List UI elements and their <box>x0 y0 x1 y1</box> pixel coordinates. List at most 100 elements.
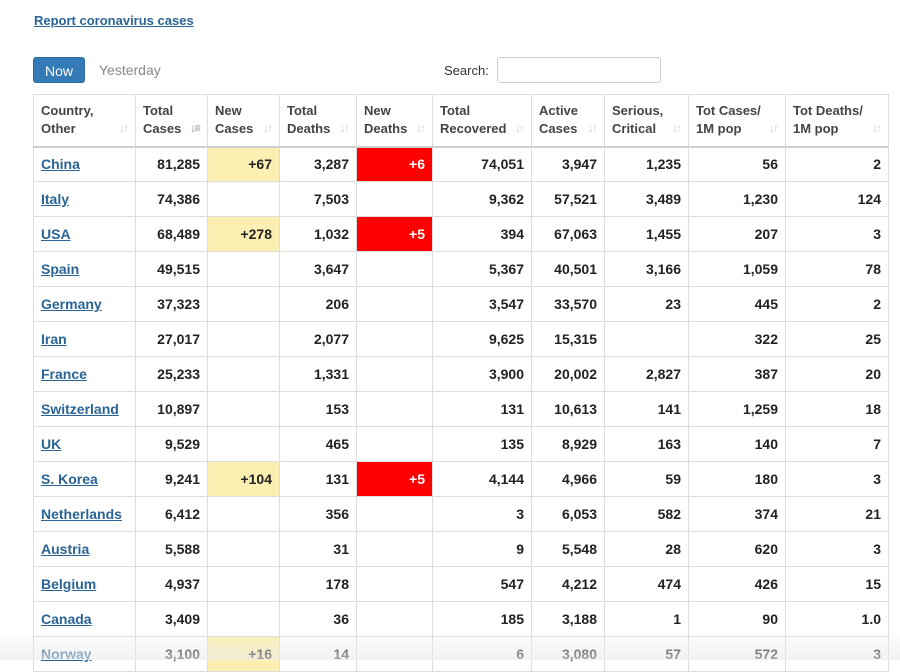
sort-both-icon[interactable]: ↓↑ <box>119 119 129 137</box>
cell-active-cases: 4,212 <box>531 566 605 602</box>
cell-cases-per-1m: 1,259 <box>688 391 786 427</box>
cell-total-cases: 37,323 <box>135 286 208 322</box>
sort-both-icon[interactable]: ↓↑ <box>263 119 273 137</box>
column-header-line2: Recovered <box>440 121 507 137</box>
country-link[interactable]: Iran <box>41 331 67 347</box>
country-link[interactable]: Canada <box>41 611 92 627</box>
column-header-line1: Total <box>440 103 471 119</box>
sort-both-icon[interactable]: ↓↑ <box>769 119 779 137</box>
column-header-new-deaths[interactable]: New Deaths ↓↑ <box>356 94 433 148</box>
column-header-country[interactable]: Country, Other ↓↑ <box>33 94 136 148</box>
column-header-line2: Deaths <box>287 121 331 137</box>
cell-new-cases: +278 <box>207 216 280 252</box>
cell-new-cases <box>207 426 280 462</box>
cell-total-recovered: 135 <box>432 426 532 462</box>
report-cases-link[interactable]: Report coronavirus cases <box>34 13 194 28</box>
column-header-serious-critical[interactable]: Serious, Critical ↓↑ <box>604 94 689 148</box>
cell-cases-per-1m: 445 <box>688 286 786 322</box>
cell-total-recovered: 5,367 <box>432 251 532 287</box>
cell-total-cases: 3,100 <box>135 636 208 672</box>
cell-new-cases <box>207 566 280 602</box>
sort-both-icon[interactable]: ↓↑ <box>588 119 598 137</box>
sort-both-icon[interactable]: ↓↑ <box>340 119 350 137</box>
country-link[interactable]: Germany <box>41 296 102 312</box>
country-link[interactable]: USA <box>41 226 71 242</box>
cell-serious-critical: 582 <box>604 496 689 532</box>
cell-serious-critical: 2,827 <box>604 356 689 392</box>
cell-country: China <box>33 146 136 182</box>
sort-desc-icon[interactable]: ↓≡ <box>190 119 201 137</box>
cell-active-cases: 5,548 <box>531 531 605 567</box>
cell-total-recovered: 3 <box>432 496 532 532</box>
column-header-line2: Critical <box>612 121 657 137</box>
cell-total-recovered: 547 <box>432 566 532 602</box>
cell-serious-critical: 141 <box>604 391 689 427</box>
column-header-cases-per-1m[interactable]: Tot Cases/1M pop ↓↑ <box>688 94 786 148</box>
cell-total-recovered: 6 <box>432 636 532 672</box>
cell-new-cases <box>207 601 280 637</box>
cell-new-deaths <box>356 286 433 322</box>
cell-new-cases <box>207 496 280 532</box>
country-link[interactable]: France <box>41 366 87 382</box>
cell-total-deaths: 1,032 <box>279 216 357 252</box>
sort-both-icon[interactable]: ↓↑ <box>416 119 426 137</box>
cell-deaths-per-1m: 7 <box>785 426 889 462</box>
column-header-line1: Serious, <box>612 103 664 119</box>
table-row: Norway 3,100 +16 14 6 3,080 57 572 3 <box>33 636 889 672</box>
cell-deaths-per-1m: 1.0 <box>785 601 889 637</box>
country-link[interactable]: UK <box>41 436 61 452</box>
sort-both-icon[interactable]: ↓↑ <box>872 119 882 137</box>
cell-deaths-per-1m: 3 <box>785 216 889 252</box>
cell-deaths-per-1m: 3 <box>785 531 889 567</box>
cell-cases-per-1m: 90 <box>688 601 786 637</box>
cell-total-deaths: 153 <box>279 391 357 427</box>
column-header-total-cases[interactable]: Total Cases ↓≡ <box>135 94 208 148</box>
tab-now[interactable]: Now <box>33 57 85 83</box>
search-box: Search: <box>444 57 661 83</box>
column-header-line1: New <box>215 103 242 119</box>
column-header-total-deaths[interactable]: Total Deaths ↓↑ <box>279 94 357 148</box>
search-input[interactable] <box>496 57 661 83</box>
cell-country: USA <box>33 216 136 252</box>
cell-total-recovered: 74,051 <box>432 146 532 182</box>
column-header-new-cases[interactable]: New Cases ↓↑ <box>207 94 280 148</box>
cell-total-deaths: 36 <box>279 601 357 637</box>
cell-total-deaths: 7,503 <box>279 181 357 217</box>
table-row: Iran 27,017 2,077 9,625 15,315 322 25 <box>33 321 889 357</box>
cell-new-cases <box>207 356 280 392</box>
country-link[interactable]: Switzerland <box>41 401 119 417</box>
cell-total-cases: 74,386 <box>135 181 208 217</box>
cell-active-cases: 57,521 <box>531 181 605 217</box>
sort-both-icon[interactable]: ↓↑ <box>515 119 525 137</box>
country-link[interactable]: Belgium <box>41 576 96 592</box>
cell-total-cases: 4,937 <box>135 566 208 602</box>
table-row: Canada 3,409 36 185 3,188 1 90 1.0 <box>33 601 889 637</box>
cell-new-cases: +16 <box>207 636 280 672</box>
column-header-total-recovered[interactable]: Total Recovered ↓↑ <box>432 94 532 148</box>
cell-active-cases: 67,063 <box>531 216 605 252</box>
cell-country: Canada <box>33 601 136 637</box>
cell-new-cases <box>207 531 280 567</box>
country-link[interactable]: Italy <box>41 191 69 207</box>
cell-country: Italy <box>33 181 136 217</box>
country-link[interactable]: China <box>41 156 80 172</box>
column-header-line2: 1M pop <box>793 121 839 137</box>
country-link[interactable]: Netherlands <box>41 506 122 522</box>
country-link[interactable]: S. Korea <box>41 471 98 487</box>
cell-total-cases: 25,233 <box>135 356 208 392</box>
cell-total-deaths: 14 <box>279 636 357 672</box>
cell-total-cases: 6,412 <box>135 496 208 532</box>
cell-cases-per-1m: 207 <box>688 216 786 252</box>
cell-deaths-per-1m: 15 <box>785 566 889 602</box>
country-link[interactable]: Spain <box>41 261 79 277</box>
cell-new-deaths <box>356 496 433 532</box>
column-header-line2: Cases <box>143 121 182 137</box>
column-header-active-cases[interactable]: Active Cases ↓↑ <box>531 94 605 148</box>
column-header-deaths-per-1m[interactable]: Tot Deaths/1M pop ↓↑ <box>785 94 889 148</box>
country-link[interactable]: Austria <box>41 541 89 557</box>
tab-yesterday[interactable]: Yesterday <box>86 57 174 83</box>
cell-cases-per-1m: 387 <box>688 356 786 392</box>
sort-both-icon[interactable]: ↓↑ <box>672 119 682 137</box>
cell-deaths-per-1m: 2 <box>785 286 889 322</box>
cell-cases-per-1m: 426 <box>688 566 786 602</box>
